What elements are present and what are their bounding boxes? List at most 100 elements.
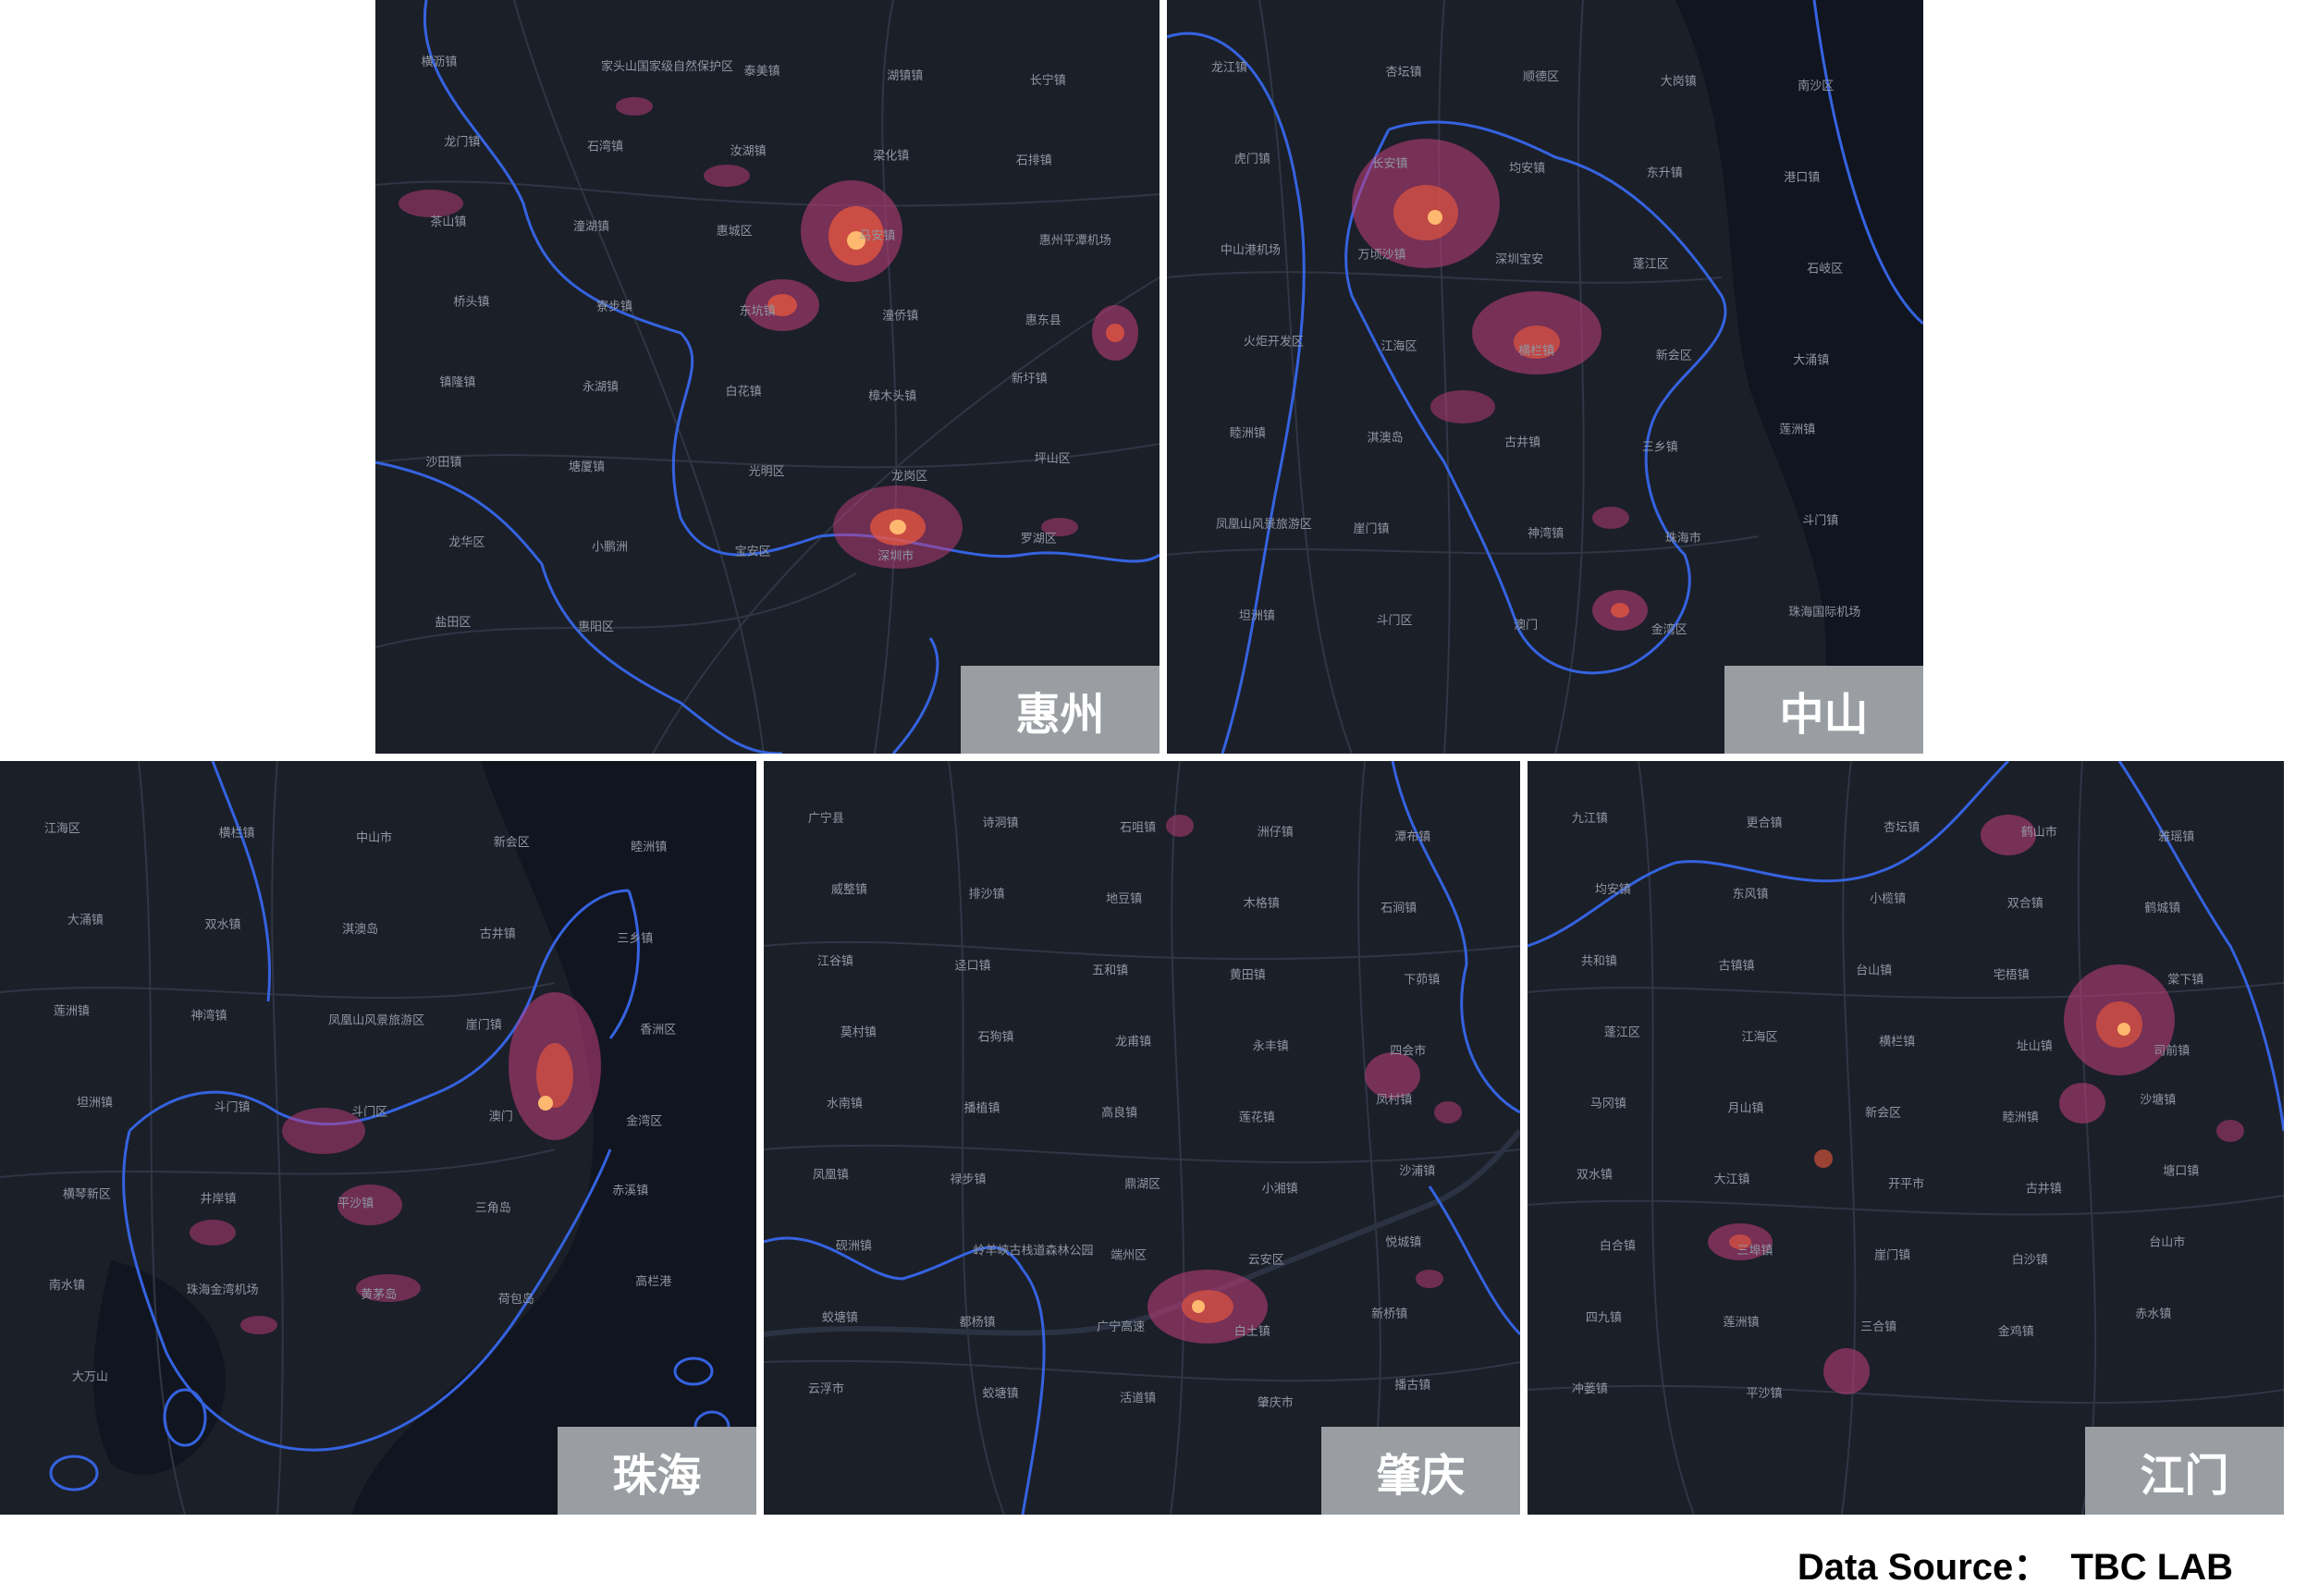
road-network xyxy=(1167,0,1760,754)
place-name: 惠城区 xyxy=(717,225,753,239)
place-name: 家头山国家级自然保护区 xyxy=(601,59,733,74)
place-name: 黄茅岛 xyxy=(361,1287,397,1302)
place-name: 三乡镇 xyxy=(1642,440,1678,454)
city-label: 惠州 xyxy=(961,666,1160,754)
place-name: 斗门区 xyxy=(351,1106,387,1120)
place-name: 新桥镇 xyxy=(1371,1307,1407,1321)
place-name: 潼湖镇 xyxy=(573,219,609,234)
place-name: 斗门镇 xyxy=(1802,514,1838,528)
map-canvas-huizhou[interactable]: 横沥镇 家头山国家级自然保护区 泰美镇 湖镇镇 长宁镇龙门镇 石湾镇 汝湖镇 梁化镇 石排镇茶山… xyxy=(375,0,1160,754)
place-name: 睦洲镇 xyxy=(2003,1111,2039,1125)
place-name: 五和镇 xyxy=(1092,964,1128,977)
place-name: 横沥镇 xyxy=(421,55,457,69)
place-name: 凤凰镇 xyxy=(813,1169,849,1183)
place-name: 光明区 xyxy=(749,465,785,479)
place-name: 禄步镇 xyxy=(951,1173,987,1187)
place-name: 九江镇 xyxy=(1572,812,1608,826)
place-name: 淇澳岛 xyxy=(1368,430,1404,445)
place-name: 更合镇 xyxy=(1747,816,1783,830)
place-name: 江海区 xyxy=(44,822,80,836)
place-name: 宝安区 xyxy=(735,546,771,559)
place-name: 江谷镇 xyxy=(817,954,853,968)
place-name: 斗门区 xyxy=(1377,614,1413,628)
place-name: 马安镇 xyxy=(859,229,895,243)
city-label: 江门 xyxy=(2085,1427,2284,1515)
place-name: 广宁高速 xyxy=(1097,1320,1145,1334)
place-name: 龙华区 xyxy=(448,536,485,550)
place-name: 香洲区 xyxy=(640,1024,676,1037)
place-name: 平沙镇 xyxy=(337,1197,374,1210)
place-name: 茶山镇 xyxy=(430,215,466,229)
place-name: 蛟塘镇 xyxy=(822,1310,858,1325)
city-label: 中山 xyxy=(1724,666,1923,754)
map-canvas-zhongshan[interactable]: 龙江镇 杏坛镇 顺德区 大岗镇 南沙区虎门镇 长安镇 均安镇 东升镇 港口镇中山港机场 万顷沙镇 深… xyxy=(1167,0,1923,754)
place-name: 石湾镇 xyxy=(587,139,623,153)
place-name: 睦洲镇 xyxy=(1230,425,1266,440)
place-name: 火炬开发区 xyxy=(1244,335,1304,350)
place-name: 塘口镇 xyxy=(2163,1164,2199,1179)
place-name: 南沙区 xyxy=(1798,79,1834,93)
place-name: 潭布镇 xyxy=(1394,830,1430,844)
place-name: 坦洲镇 xyxy=(1239,609,1275,623)
map-panel-huizhou[interactable]: 横沥镇 家头山国家级自然保护区 泰美镇 湖镇镇 长宁镇 龙门镇 石湾镇 汝湖镇 梁化镇 石排镇 茶山… xyxy=(375,0,1160,754)
place-name: 井岸镇 xyxy=(201,1192,237,1206)
place-name: 斗门镇 xyxy=(215,1101,251,1115)
place-name: 小鹏洲 xyxy=(592,541,628,555)
map-canvas-zhaoqing[interactable]: 广宁县 诗洞镇 石咀镇 洲仔镇 潭布镇威整镇 排沙镇 地豆镇 木格镇 石涧镇江谷镇 迳口镇 五和镇 黄… xyxy=(764,761,1520,1515)
place-name: 播古镇 xyxy=(1394,1379,1430,1393)
place-name: 坦洲镇 xyxy=(77,1097,113,1111)
place-name: 双水镇 xyxy=(1577,1169,1613,1183)
place-name: 坪山区 xyxy=(1035,452,1071,466)
place-name: 平沙镇 xyxy=(1747,1387,1783,1401)
heatmap-layer xyxy=(399,97,1138,569)
river xyxy=(764,1128,1520,1337)
place-name: 高栏港 xyxy=(635,1274,671,1289)
map-panel-zhongshan[interactable]: 龙江镇 杏坛镇 顺德区 大岗镇 南沙区 虎门镇 长安镇 均安镇 东升镇 港口镇 中山港机场 万顷沙镇 深… xyxy=(1167,0,1923,754)
place-name: 中山港机场 xyxy=(1221,244,1281,258)
map-canvas-zhuhai[interactable]: 江海区 横栏镇 中山市 新会区 睦洲镇大涌镇 双水镇 淇澳岛 古井镇 三乡镇莲洲镇 神湾镇 凤凰山风… xyxy=(0,761,756,1515)
place-name: 赤水镇 xyxy=(2135,1307,2171,1321)
place-name: 棠下镇 xyxy=(2167,973,2203,987)
place-name: 杏坛镇 xyxy=(1386,66,1422,80)
place-name: 双合镇 xyxy=(2007,897,2043,911)
place-name: 云安区 xyxy=(1248,1254,1284,1268)
map-panel-zhuhai[interactable]: 江海区 横栏镇 中山市 新会区 睦洲镇 大涌镇 双水镇 淇澳岛 古井镇 三乡镇 莲洲镇 神湾镇 凤凰山风… xyxy=(0,761,756,1515)
map-panel-zhaoqing[interactable]: 广宁县 诗洞镇 石咀镇 洲仔镇 潭布镇 威整镇 排沙镇 地豆镇 木格镇 石涧镇 江谷镇 迳口镇 五和镇 黄… xyxy=(764,761,1520,1515)
place-name: 砚洲镇 xyxy=(836,1240,872,1254)
map-canvas-jiangmen[interactable]: 九江镇 更合镇 杏坛镇 鹤山市 雅瑶镇均安镇 东风镇 小榄镇 双合镇 鹤城镇共和镇 古镇镇 台山镇 宅… xyxy=(1528,761,2284,1515)
map-panel-jiangmen[interactable]: 九江镇 更合镇 杏坛镇 鹤山市 雅瑶镇 均安镇 东风镇 小榄镇 双合镇 鹤城镇 共和镇 古镇镇 台山镇 宅… xyxy=(1528,761,2284,1515)
place-name: 肇庆市 xyxy=(1258,1395,1294,1410)
place-name: 崖门镇 xyxy=(1874,1249,1910,1263)
place-name: 澳门 xyxy=(1514,618,1538,632)
city-label: 肇庆 xyxy=(1321,1427,1520,1515)
place-name: 东坑镇 xyxy=(740,305,776,319)
place-name: 岭羊峡古栈道森林公园 xyxy=(974,1244,1094,1258)
place-name: 汝湖镇 xyxy=(730,144,767,158)
place-name: 永湖镇 xyxy=(583,380,619,394)
place-name: 高良镇 xyxy=(1101,1106,1137,1121)
place-name: 迳口镇 xyxy=(955,959,991,973)
place-name: 珠海市 xyxy=(1665,531,1701,546)
place-name: 金湾区 xyxy=(626,1114,662,1129)
place-labels: 广宁县 诗洞镇 石咀镇 洲仔镇 潭布镇威整镇 排沙镇 地豆镇 木格镇 石涧镇江谷镇 迳口镇 五和镇 黄… xyxy=(808,811,1440,1410)
admin-boundary xyxy=(1528,761,2284,1132)
place-name: 泰美镇 xyxy=(744,65,780,79)
place-name: 赤溪镇 xyxy=(612,1184,648,1197)
place-name: 崖门镇 xyxy=(1354,522,1390,536)
place-name: 新会区 xyxy=(1865,1106,1901,1121)
place-name: 横琴新区 xyxy=(63,1186,111,1201)
water-body xyxy=(93,761,756,1515)
place-name: 沙田镇 xyxy=(425,456,461,470)
place-name: 神湾镇 xyxy=(1528,526,1564,541)
place-labels: 九江镇 更合镇 杏坛镇 鹤山市 雅瑶镇均安镇 东风镇 小榄镇 双合镇 鹤城镇共和镇 古镇镇 台山镇 宅… xyxy=(1572,812,2203,1401)
place-name: 石涧镇 xyxy=(1381,902,1417,915)
place-name: 三角岛 xyxy=(475,1200,511,1215)
data-source-caption: Data Source： TBC LAB xyxy=(1797,1547,2233,1588)
place-name: 新会区 xyxy=(1656,349,1692,363)
place-name: 杏坛镇 xyxy=(1884,821,1920,835)
place-name: 永丰镇 xyxy=(1253,1039,1289,1053)
place-name: 盐田区 xyxy=(435,616,471,630)
place-name: 共和镇 xyxy=(1581,954,1617,968)
place-name: 镇隆镇 xyxy=(439,375,475,389)
place-name: 龙岗区 xyxy=(891,470,927,484)
